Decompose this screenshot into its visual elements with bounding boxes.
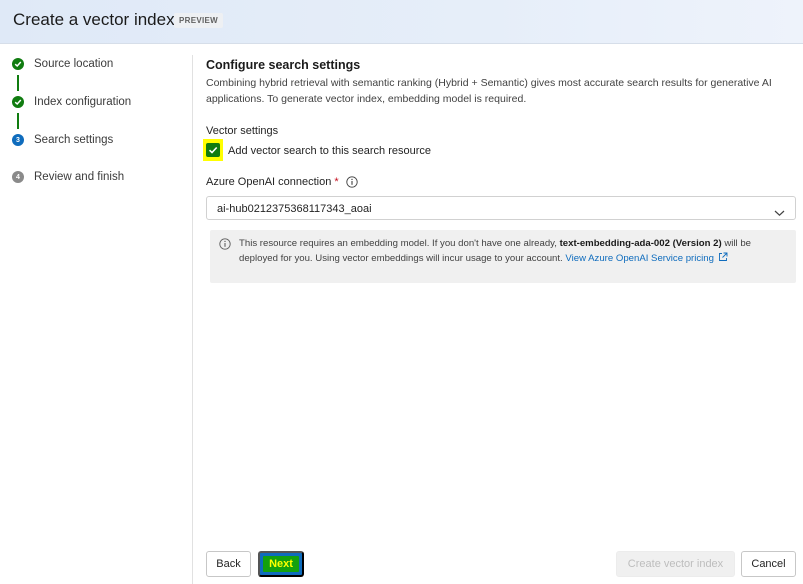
step-number-badge: 3 <box>12 134 24 146</box>
connection-dropdown-value: ai-hub0212375368117343_aoai <box>217 203 372 215</box>
step-label: Review and finish <box>34 171 125 183</box>
back-button[interactable]: Back <box>206 551 251 577</box>
section-title: Configure search settings <box>206 58 361 72</box>
preview-badge: PREVIEW <box>174 13 223 28</box>
step-connector <box>17 113 19 129</box>
step-number-badge: 4 <box>12 171 24 183</box>
step-label: Source location <box>34 58 114 70</box>
next-button[interactable]: Next <box>258 551 304 577</box>
panel-title: Create a vector index <box>13 10 175 29</box>
pricing-link[interactable]: View Azure OpenAI Service pricing <box>565 252 728 264</box>
info-text-before: This resource requires an embedding mode… <box>239 238 557 249</box>
checkmark-icon <box>12 58 24 70</box>
vector-settings-label: Vector settings <box>206 125 279 137</box>
connection-dropdown[interactable]: ai-hub0212375368117343_aoai <box>206 196 796 220</box>
required-mark: * <box>334 176 339 188</box>
step-source-location[interactable]: Source location <box>12 55 113 73</box>
checkmark-icon <box>12 96 24 108</box>
info-icon[interactable] <box>345 176 358 188</box>
wizard-steps: Source location Index configuration 3 Se… <box>0 44 192 584</box>
step-connector <box>17 75 19 91</box>
embedding-model-name: text-embedding-ada-002 (Version 2) <box>559 238 722 249</box>
connection-label-text: Azure OpenAI connection <box>206 176 332 188</box>
vector-search-checkbox-label[interactable]: Add vector search to this search resourc… <box>228 145 431 157</box>
step-label: Search settings <box>34 134 114 146</box>
step-review-and-finish[interactable]: 4 Review and finish <box>12 168 124 186</box>
chevron-down-icon <box>774 204 785 217</box>
checkmark-icon <box>206 143 220 157</box>
step-index-configuration[interactable]: Index configuration <box>12 93 131 111</box>
next-button-label: Next <box>263 556 299 572</box>
connection-field-label: Azure OpenAI connection * <box>206 176 358 188</box>
step-label: Index configuration <box>34 96 132 108</box>
info-icon <box>219 237 231 250</box>
pricing-link-text: View Azure OpenAI Service pricing <box>565 253 714 264</box>
section-description: Combining hybrid retrieval with semantic… <box>206 77 772 105</box>
vertical-divider <box>192 55 193 584</box>
panel-header: Create a vector index PREVIEW <box>0 0 803 44</box>
info-message-text: This resource requires an embedding mode… <box>239 236 787 266</box>
open-external-icon <box>718 252 728 262</box>
cancel-button[interactable]: Cancel <box>741 551 796 577</box>
create-vector-index-button[interactable]: Create vector index <box>616 551 735 577</box>
embedding-info-message: This resource requires an embedding mode… <box>210 230 796 283</box>
vector-search-checkbox[interactable] <box>203 139 223 161</box>
step-search-settings[interactable]: 3 Search settings <box>12 131 113 149</box>
